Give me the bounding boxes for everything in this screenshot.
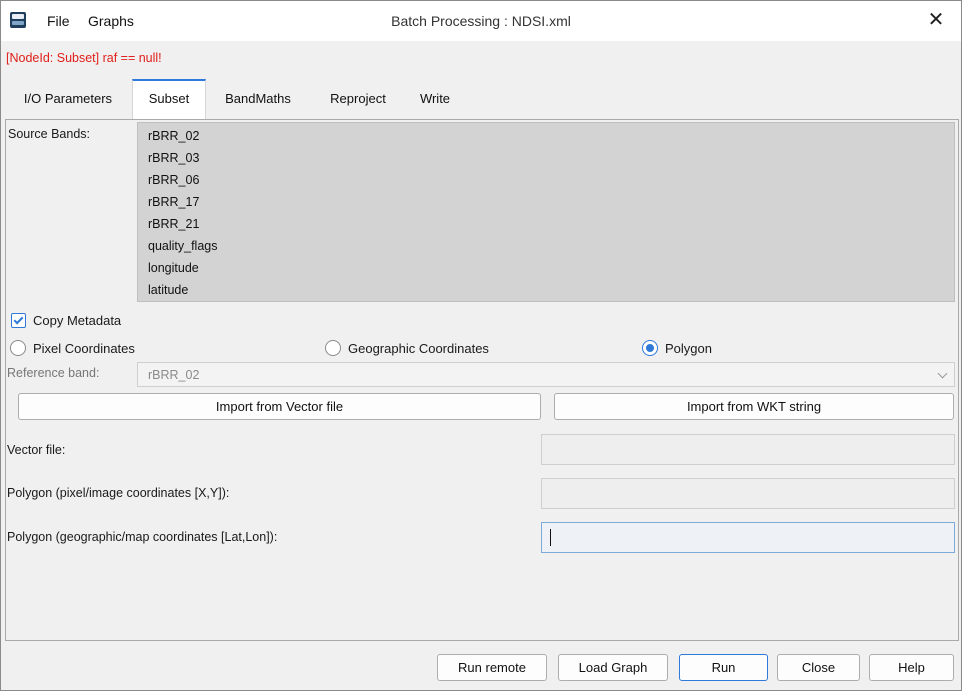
tab-write[interactable]: Write — [405, 79, 465, 119]
title-bar: File Graphs Batch Processing : NDSI.xml … — [1, 1, 961, 41]
source-bands-label: Source Bands: — [8, 127, 90, 141]
source-bands-list[interactable]: rBRR_02 rBRR_03 rBRR_06 rBRR_17 rBRR_21 … — [137, 122, 955, 302]
polygon-geo-field[interactable] — [541, 522, 955, 553]
radio-polygon[interactable]: Polygon — [642, 339, 712, 357]
copy-metadata-checkbox[interactable] — [11, 312, 26, 328]
close-button[interactable]: Close — [777, 654, 860, 681]
import-vector-button[interactable]: Import from Vector file — [18, 393, 541, 420]
tab-bar: I/O Parameters Subset BandMaths Reprojec… — [1, 79, 961, 119]
error-message: [NodeId: Subset] raf == null! — [6, 51, 162, 65]
radio-geographic-coordinates[interactable]: Geographic Coordinates — [325, 339, 489, 357]
reference-band-value: rBRR_02 — [148, 368, 200, 382]
radio-label: Polygon — [665, 340, 712, 356]
run-button[interactable]: Run — [679, 654, 768, 681]
tab-subset[interactable]: Subset — [132, 79, 206, 119]
load-graph-button[interactable]: Load Graph — [558, 654, 668, 681]
checkmark-icon — [13, 314, 24, 324]
reference-band-label: Reference band: — [7, 366, 100, 380]
chevron-down-icon — [937, 368, 948, 379]
radio-button[interactable] — [642, 340, 658, 356]
radio-button[interactable] — [10, 340, 26, 356]
subset-panel: Source Bands: rBRR_02 rBRR_03 rBRR_06 rB… — [5, 119, 959, 641]
polygon-pixel-field[interactable] — [541, 478, 955, 509]
help-button[interactable]: Help — [869, 654, 954, 681]
import-wkt-button[interactable]: Import from WKT string — [554, 393, 954, 420]
list-item[interactable]: rBRR_21 — [148, 213, 199, 235]
list-item[interactable]: rBRR_06 — [148, 169, 199, 191]
list-item[interactable]: rBRR_02 — [148, 125, 199, 147]
footer-bar: Run remote Load Graph Run Close Help — [1, 642, 961, 690]
polygon-pixel-label: Polygon (pixel/image coordinates [X,Y]): — [7, 486, 230, 500]
list-item[interactable]: latitude — [148, 279, 188, 301]
radio-pixel-coordinates[interactable]: Pixel Coordinates — [10, 339, 135, 357]
reference-band-select[interactable]: rBRR_02 — [137, 362, 955, 387]
list-item[interactable]: rBRR_03 — [148, 147, 199, 169]
list-item[interactable]: longitude — [148, 257, 199, 279]
polygon-geo-label: Polygon (geographic/map coordinates [Lat… — [7, 530, 278, 544]
batch-processing-window: File Graphs Batch Processing : NDSI.xml … — [0, 0, 962, 691]
window-title: Batch Processing : NDSI.xml — [391, 13, 571, 29]
run-remote-button[interactable]: Run remote — [437, 654, 547, 681]
tab-reproject[interactable]: Reproject — [314, 79, 402, 119]
radio-button[interactable] — [325, 340, 341, 356]
copy-metadata-label: Copy Metadata — [33, 312, 122, 328]
list-item[interactable]: quality_flags — [148, 235, 218, 257]
tab-bandmaths[interactable]: BandMaths — [210, 79, 306, 119]
list-item[interactable]: rBRR_17 — [148, 191, 199, 213]
vector-file-field[interactable] — [541, 434, 955, 465]
vector-file-label: Vector file: — [7, 443, 66, 457]
text-caret — [550, 529, 551, 546]
close-icon[interactable]: ✕ — [925, 9, 947, 31]
radio-label: Geographic Coordinates — [348, 340, 489, 356]
radio-label: Pixel Coordinates — [33, 340, 135, 356]
copy-metadata-row[interactable]: Copy Metadata — [11, 311, 121, 329]
tab-io-parameters[interactable]: I/O Parameters — [6, 79, 130, 119]
